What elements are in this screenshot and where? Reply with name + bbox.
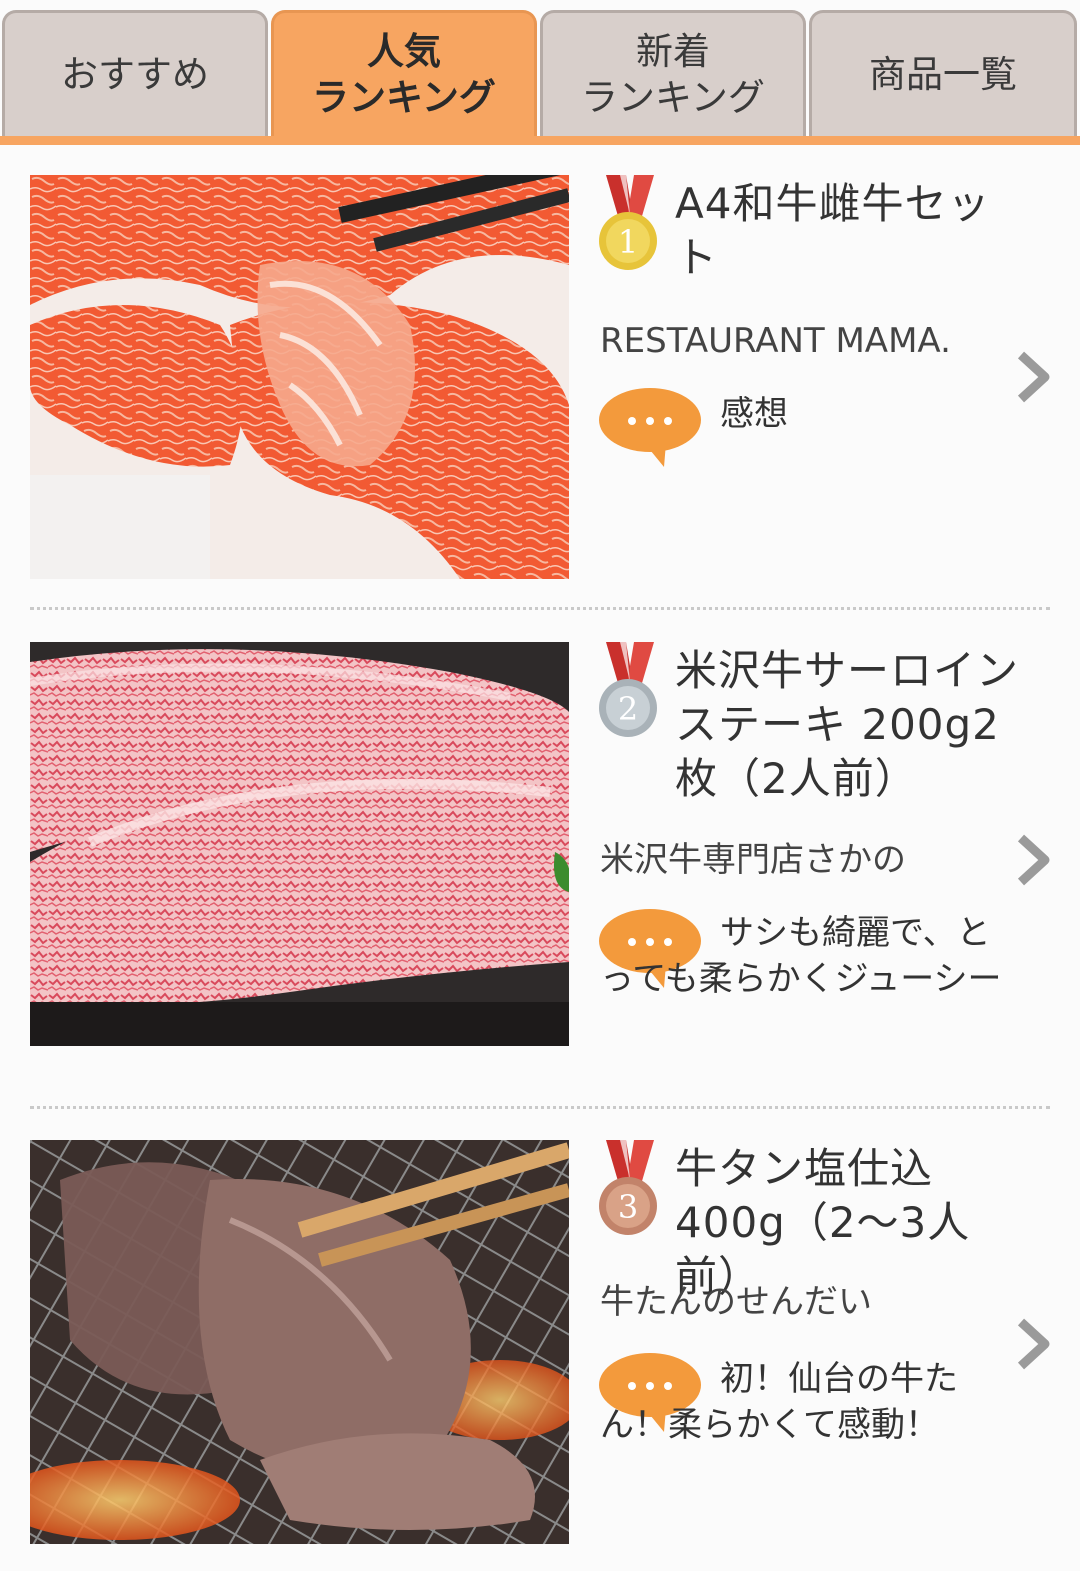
tab-popular-ranking[interactable]: 人気 ランキング: [271, 10, 537, 136]
tab-recommended-label: おすすめ: [61, 52, 209, 96]
tab-product-list[interactable]: 商品一覧: [809, 10, 1077, 136]
chevron-right-icon[interactable]: [1015, 1318, 1051, 1370]
beef-tongue-photo: [30, 1140, 569, 1544]
review-comment: 感想: [720, 394, 788, 434]
product-image-beef-tongue[interactable]: [30, 1140, 569, 1544]
review-comment: サシも綺麗で、とっても柔らかくジューシー: [600, 913, 1002, 999]
ranking-item-1[interactable]: 1 A4和牛雌牛セット RESTAURANT MAMA. 感想: [30, 175, 1050, 579]
ranking-item-3[interactable]: 3 牛タン塩仕込400g（2〜3人前） 牛たんのせんだい 初！仙台の牛たん！柔ら…: [30, 1140, 1050, 1544]
product-title[interactable]: A4和牛雌牛セット: [675, 177, 1020, 285]
rank-numeral-2: 2: [618, 690, 638, 728]
rank-numeral-1: 1: [618, 223, 638, 261]
divider: [30, 607, 1050, 610]
product-title[interactable]: 牛タン塩仕込400g（2〜3人前）: [675, 1142, 1020, 1304]
chevron-right-icon[interactable]: [1015, 834, 1051, 886]
bronze-medal-icon: 3: [599, 1140, 657, 1235]
product-image-wagyu[interactable]: [30, 175, 569, 579]
silver-medal-icon: 2: [599, 642, 657, 737]
tab-recommended[interactable]: おすすめ: [2, 10, 268, 136]
chevron-right-icon[interactable]: [1015, 351, 1051, 403]
tab-new-ranking-label: 新着 ランキング: [581, 29, 765, 119]
tab-bar: おすすめ 人気 ランキング 新着 ランキング 商品一覧: [0, 0, 1080, 145]
tab-product-list-label: 商品一覧: [869, 52, 1017, 96]
tab-new-ranking[interactable]: 新着 ランキング: [540, 10, 806, 136]
gold-medal-icon: 1: [599, 175, 657, 270]
sirloin-photo: [30, 642, 569, 1046]
wagyu-photo: [30, 175, 569, 579]
tab-popular-ranking-label: 人気 ランキング: [312, 29, 496, 119]
ranking-item-2[interactable]: 2 米沢牛サーロインステーキ 200g2枚（2人前） 米沢牛専門店さかの サシも…: [30, 642, 1050, 1046]
shop-name: 牛たんのせんだい: [600, 1282, 872, 1322]
divider: [30, 1106, 1050, 1109]
shop-name: 米沢牛専門店さかの: [600, 840, 906, 880]
product-image-sirloin[interactable]: [30, 642, 569, 1046]
rank-numeral-3: 3: [618, 1188, 638, 1226]
review-comment: 初！仙台の牛たん！柔らかくて感動！: [600, 1359, 958, 1445]
product-title[interactable]: 米沢牛サーロインステーキ 200g2枚（2人前）: [675, 644, 1020, 806]
shop-name: RESTAURANT MAMA.: [600, 321, 951, 361]
tab-underline: [0, 136, 1080, 145]
